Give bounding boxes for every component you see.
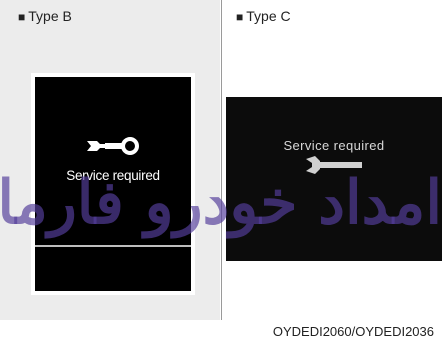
square-bullet-icon: ■ [236, 10, 244, 24]
figure-code: OYDEDI2060/OYDEDI2036 [272, 324, 434, 339]
type-b-heading: ■ Type B [18, 8, 72, 24]
display-divider-line [35, 245, 191, 247]
type-c-display: Service required [226, 97, 442, 261]
type-b-label: Type B [28, 8, 72, 24]
wrench-icon [87, 137, 139, 155]
panel-divider [221, 0, 222, 320]
service-required-message: Service required [283, 138, 385, 153]
service-required-message: Service required [66, 168, 160, 183]
type-c-heading: ■ Type C [236, 8, 291, 24]
type-c-label: Type C [246, 8, 291, 24]
type-b-display: Service required [31, 73, 195, 295]
wrench-icon [306, 156, 362, 174]
square-bullet-icon: ■ [18, 10, 26, 24]
